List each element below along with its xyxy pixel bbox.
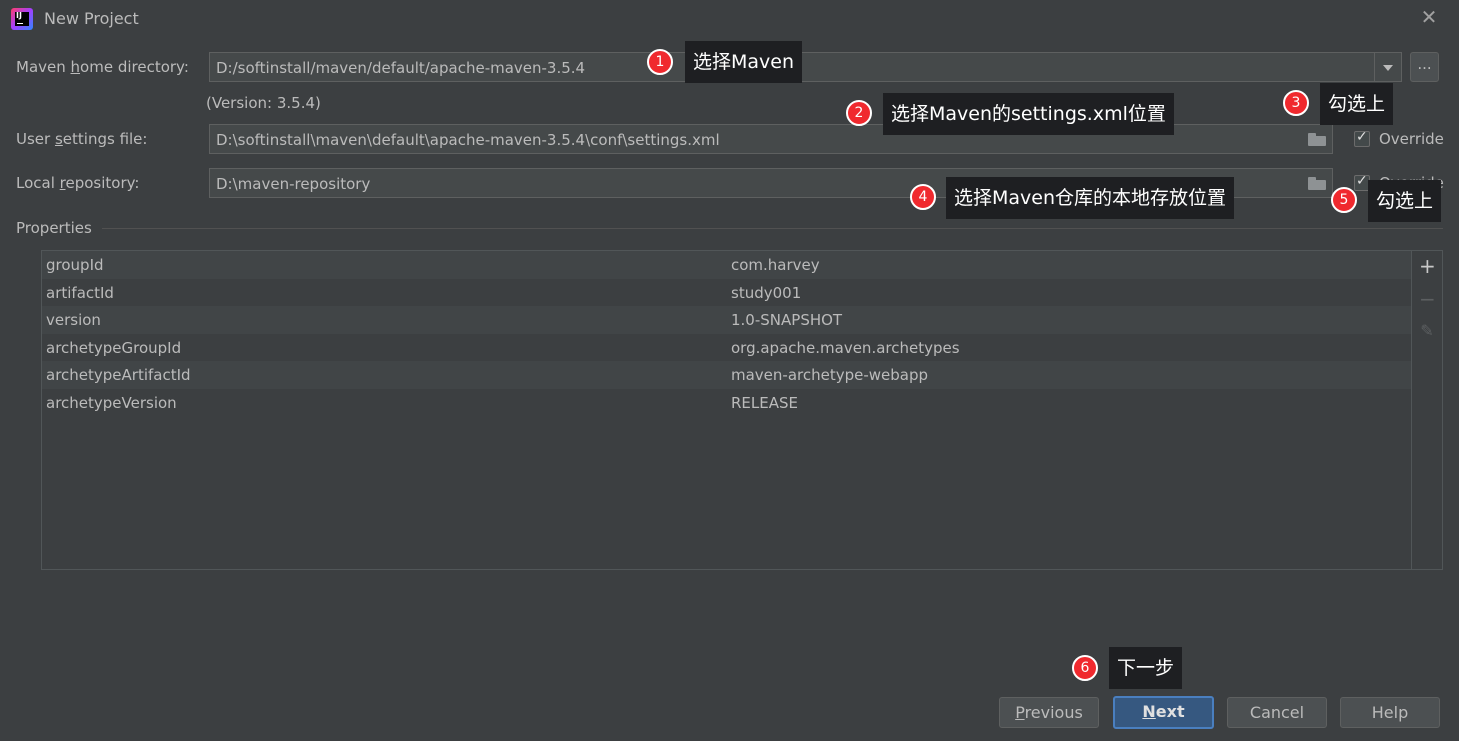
property-value: maven-archetype-webapp <box>731 366 929 384</box>
previous-button[interactable]: Previous <box>999 697 1099 728</box>
close-icon[interactable]: ✕ <box>1418 6 1440 28</box>
property-value: com.harvey <box>731 256 820 274</box>
property-value: RELEASE <box>731 393 798 412</box>
property-key: archetypeVersion <box>46 393 177 412</box>
local-repository-value: D:\maven-repository <box>216 175 371 193</box>
annotation-tooltip-1: 选择Maven <box>685 41 803 83</box>
property-value: study001 <box>731 283 802 302</box>
annotation-tooltip-5: 勾选上 <box>1368 180 1442 222</box>
table-row[interactable]: archetypeGroupId org.apache.maven.archet… <box>42 334 1411 362</box>
property-value: 1.0-SNAPSHOT <box>731 311 843 329</box>
add-icon[interactable]: + <box>1419 256 1436 276</box>
maven-version-text: (Version: 3.5.4) <box>206 94 321 112</box>
annotation-tooltip-2: 选择Maven的settings.xml位置 <box>883 93 1174 135</box>
annotation-badge-4: 4 <box>910 184 936 210</box>
help-button[interactable]: Help <box>1340 697 1440 728</box>
property-key: version <box>46 311 101 329</box>
folder-icon[interactable] <box>1308 133 1326 146</box>
window-title: New Project <box>44 9 139 28</box>
properties-toolbar: + − ✎ <box>1411 251 1442 569</box>
annotation-badge-3: 3 <box>1283 90 1309 116</box>
annotation-badge-5: 5 <box>1331 187 1357 213</box>
maven-home-value: D:/softinstall/maven/default/apache-mave… <box>216 59 586 77</box>
intellij-app-icon <box>11 8 33 30</box>
table-row[interactable]: groupId com.harvey <box>42 251 1411 279</box>
table-row[interactable]: artifactId study001 <box>42 279 1411 307</box>
maven-home-label: Maven home directory: <box>16 58 189 76</box>
chevron-down-icon[interactable] <box>1374 53 1401 81</box>
table-row[interactable]: archetypeVersion RELEASE <box>42 389 1411 417</box>
cancel-button[interactable]: Cancel <box>1227 697 1327 728</box>
maven-home-combobox[interactable]: D:/softinstall/maven/default/apache-mave… <box>209 52 1402 82</box>
table-row[interactable]: version 1.0-SNAPSHOT <box>42 306 1411 334</box>
properties-divider <box>102 228 1443 229</box>
maven-home-browse-button[interactable]: ... <box>1410 52 1439 82</box>
title-bar: New Project ✕ <box>0 0 1459 38</box>
properties-table[interactable]: groupId com.harvey artifactId study001 v… <box>41 250 1443 570</box>
property-value: org.apache.maven.archetypes <box>731 338 960 357</box>
user-settings-override-checkbox[interactable] <box>1354 129 1370 147</box>
local-repository-label: Local repository: <box>16 174 140 192</box>
user-settings-value: D:\softinstall\maven\default\apache-mave… <box>216 131 720 149</box>
table-row[interactable]: archetypeArtifactId maven-archetype-weba… <box>42 361 1411 389</box>
edit-icon[interactable]: ✎ <box>1419 323 1435 339</box>
properties-title: Properties <box>16 219 92 237</box>
annotation-tooltip-6: 下一步 <box>1109 647 1183 689</box>
remove-icon[interactable]: − <box>1419 289 1436 309</box>
annotation-badge-2: 2 <box>846 100 872 126</box>
folder-icon[interactable] <box>1308 177 1326 190</box>
property-key: archetypeGroupId <box>46 338 182 357</box>
annotation-badge-1: 1 <box>647 49 673 75</box>
user-settings-label: User settings file: <box>16 130 148 148</box>
property-key: artifactId <box>46 283 114 302</box>
property-key: archetypeArtifactId <box>46 366 191 384</box>
annotation-tooltip-3: 勾选上 <box>1320 83 1394 125</box>
property-key: groupId <box>46 256 104 274</box>
annotation-badge-6: 6 <box>1072 655 1098 681</box>
next-button[interactable]: Next <box>1113 696 1214 729</box>
annotation-tooltip-4: 选择Maven仓库的本地存放位置 <box>946 177 1235 219</box>
user-settings-override-label: Override <box>1379 130 1444 148</box>
